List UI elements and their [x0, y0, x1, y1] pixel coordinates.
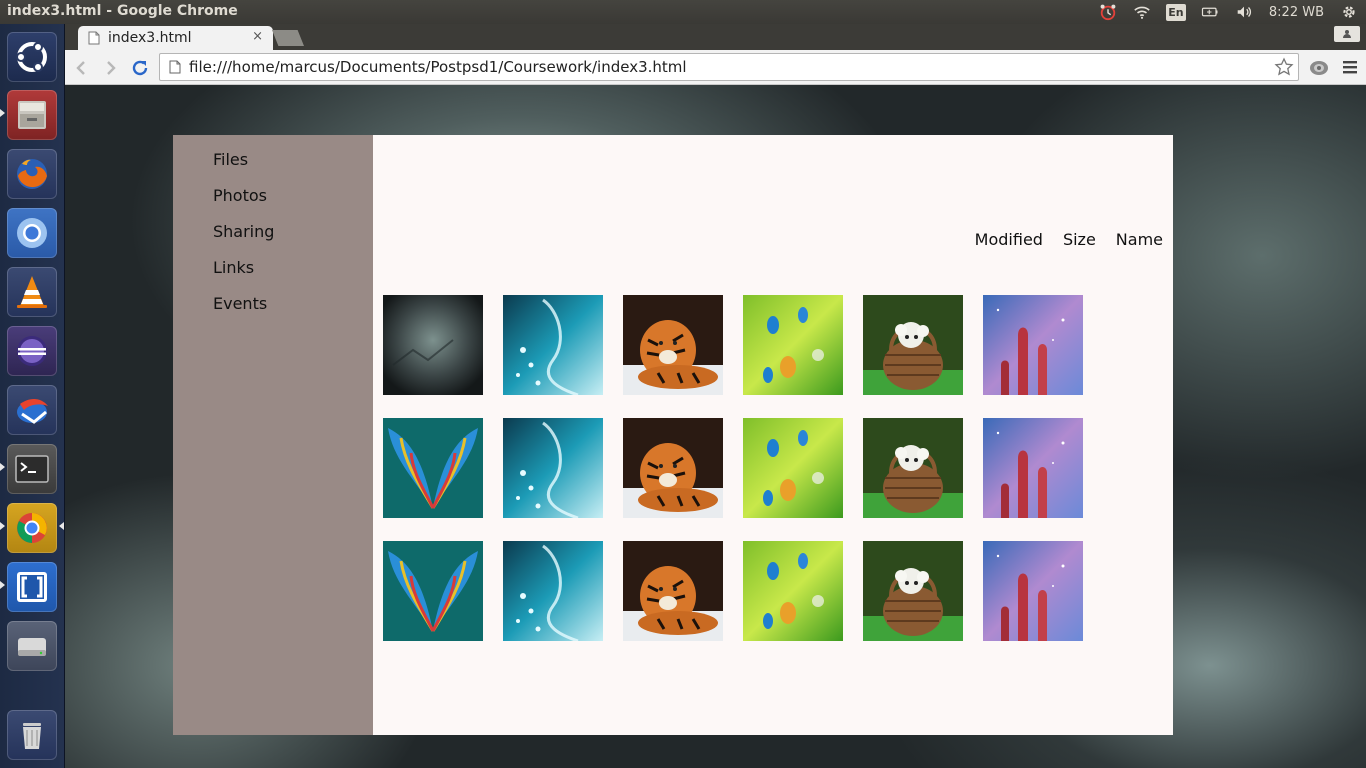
address-bar[interactable]: file:///home/marcus/Documents/Postpsd1/C…: [159, 53, 1299, 81]
settings-gear-icon[interactable]: [1332, 0, 1366, 24]
top-panel: index3.html - Google Chrome En 8:22 WB: [0, 0, 1366, 24]
photo-thumbnail-tiger-in-snow[interactable]: [623, 418, 723, 518]
keyboard-layout-label: En: [1165, 3, 1186, 21]
sidebar: Files Photos Sharing Links Events: [173, 135, 373, 735]
photo-thumbnail-pillars-of-creation-nebula[interactable]: [983, 541, 1083, 641]
sidebar-item-files[interactable]: Files: [213, 149, 373, 185]
url-text[interactable]: file:///home/marcus/Documents/Postpsd1/C…: [189, 58, 687, 76]
forward-arrow-icon: [107, 61, 116, 75]
page-container: Files Photos Sharing Links Events Modifi…: [173, 135, 1173, 735]
sidebar-item-sharing[interactable]: Sharing: [213, 221, 373, 257]
photo-thumbnail-pillars-of-creation-nebula[interactable]: [983, 295, 1083, 395]
sidebar-item-links[interactable]: Links: [213, 257, 373, 293]
page-viewport: Files Photos Sharing Links Events Modifi…: [65, 85, 1366, 768]
firefox-icon[interactable]: [7, 149, 57, 199]
ubuntu-dash-icon[interactable]: [7, 32, 57, 82]
tab-title: index3.html: [108, 30, 192, 46]
tab-index3[interactable]: index3.html ×: [78, 26, 273, 50]
wifi-icon[interactable]: [1125, 0, 1159, 24]
browser-window: index3.html × file:///home/marcus/Docume…: [65, 24, 1366, 768]
photo-thumbnail-macaw-wings[interactable]: [383, 541, 483, 641]
sidebar-item-events[interactable]: Events: [213, 293, 373, 329]
google-chrome-icon[interactable]: [7, 503, 57, 553]
back-arrow-icon: [76, 61, 85, 75]
trash-icon[interactable]: [7, 710, 57, 760]
alarm-clock-icon[interactable]: [1091, 0, 1125, 24]
window-title: index3.html - Google Chrome: [7, 3, 238, 19]
menu-icon[interactable]: [1342, 58, 1358, 76]
photo-thumbnail-tiger-in-snow[interactable]: [623, 541, 723, 641]
sort-bar: Modified Size Name: [975, 230, 1163, 249]
reload-button[interactable]: [128, 56, 152, 80]
bookmark-star-icon[interactable]: [1274, 57, 1294, 77]
photo-thumbnail-kingfisher-birds[interactable]: [743, 295, 843, 395]
photo-thumbnail-blue-water-jellyfish[interactable]: [503, 418, 603, 518]
chromium-icon[interactable]: [7, 208, 57, 258]
photo-thumbnail-macaw-wings[interactable]: [383, 418, 483, 518]
extension-icon[interactable]: [1308, 58, 1330, 78]
forward-button[interactable]: [99, 56, 123, 80]
photo-thumbnail-puppy-in-basket[interactable]: [863, 541, 963, 641]
volume-icon[interactable]: [1227, 0, 1261, 24]
sort-modified[interactable]: Modified: [975, 230, 1043, 249]
page-icon: [88, 31, 100, 45]
sidebar-item-photos[interactable]: Photos: [213, 185, 373, 221]
photo-thumbnail-blue-water-jellyfish[interactable]: [503, 541, 603, 641]
new-tab-button[interactable]: [272, 30, 304, 46]
photo-thumbnail-puppy-in-basket[interactable]: [863, 418, 963, 518]
reload-icon: [132, 60, 148, 76]
page-info-icon[interactable]: [169, 60, 181, 74]
clock[interactable]: 8:22 WB: [1261, 5, 1332, 20]
terminal-icon[interactable]: [7, 444, 57, 494]
main-content: Modified Size Name: [373, 135, 1173, 735]
files-icon[interactable]: [7, 90, 57, 140]
keyboard-icon[interactable]: En: [1159, 0, 1193, 24]
profile-icon[interactable]: [1334, 26, 1360, 42]
photo-thumbnail-dark-grunge-texture[interactable]: [383, 295, 483, 395]
photo-thumbnail-puppy-in-basket[interactable]: [863, 295, 963, 395]
photo-thumbnail-pillars-of-creation-nebula[interactable]: [983, 418, 1083, 518]
vlc-icon[interactable]: [7, 267, 57, 317]
sort-size[interactable]: Size: [1063, 230, 1096, 249]
photo-thumbnail-kingfisher-birds[interactable]: [743, 541, 843, 641]
photo-thumbnail-tiger-in-snow[interactable]: [623, 295, 723, 395]
eclipse-icon[interactable]: [7, 326, 57, 376]
battery-icon[interactable]: [1193, 0, 1227, 24]
photo-grid: [383, 295, 1083, 641]
tab-close-icon[interactable]: ×: [252, 29, 263, 44]
brackets-icon[interactable]: [7, 562, 57, 612]
back-button[interactable]: [69, 56, 93, 80]
indicator-area: En 8:22 WB: [1091, 0, 1366, 24]
sort-name[interactable]: Name: [1116, 230, 1163, 249]
tab-strip: index3.html ×: [65, 24, 1366, 50]
browser-toolbar: file:///home/marcus/Documents/Postpsd1/C…: [65, 50, 1366, 85]
unity-launcher: [0, 24, 65, 768]
photo-thumbnail-kingfisher-birds[interactable]: [743, 418, 843, 518]
thunderbird-icon[interactable]: [7, 385, 57, 435]
photo-thumbnail-blue-water-jellyfish[interactable]: [503, 295, 603, 395]
disk-drive-icon[interactable]: [7, 621, 57, 671]
